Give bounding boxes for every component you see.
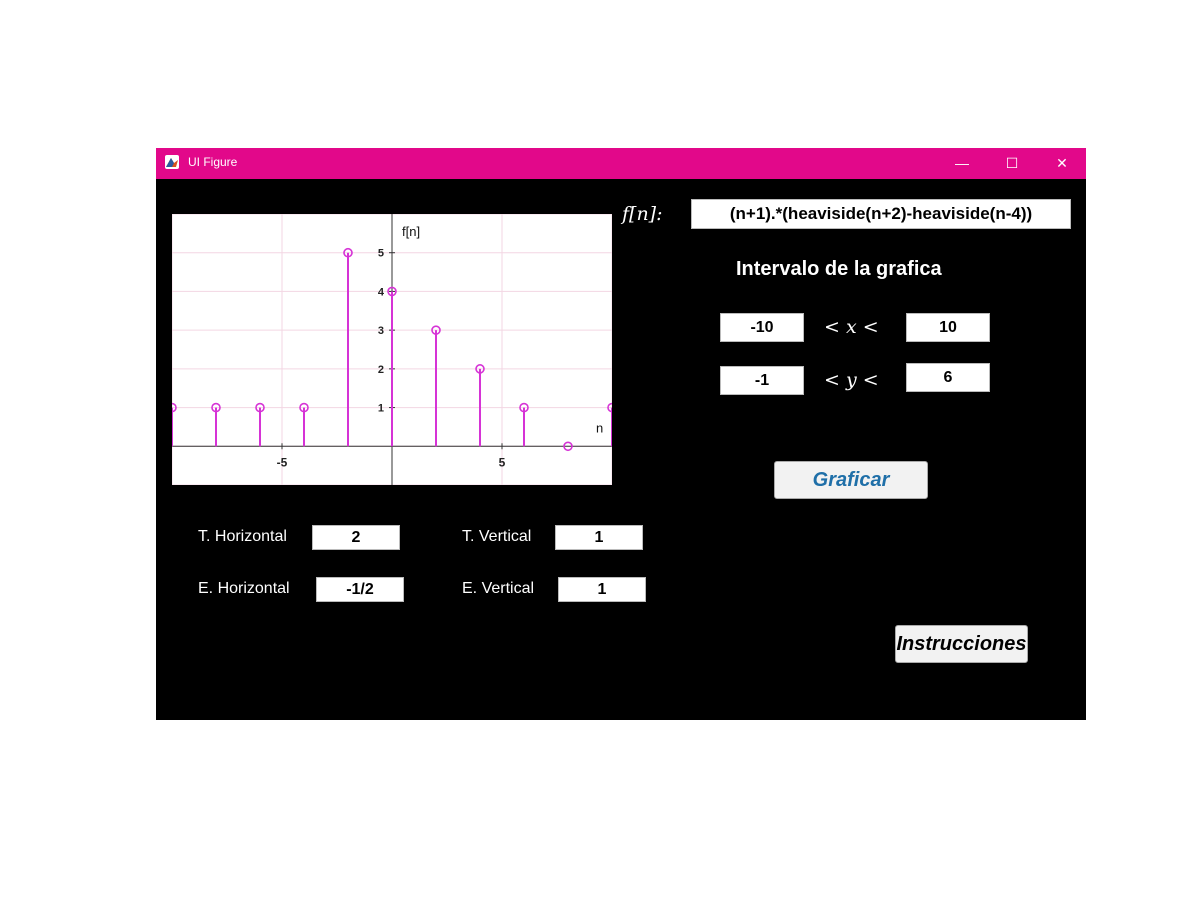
title-bar: UI Figure — ☐ ✕: [156, 148, 1086, 179]
e-vertical-input[interactable]: 1: [558, 577, 646, 602]
matlab-app-icon: [165, 155, 179, 169]
x-axis-label: n: [596, 420, 603, 435]
window-title: UI Figure: [188, 155, 238, 169]
e-horizontal-input[interactable]: -1/2: [316, 577, 404, 602]
y-interval-label: < y <: [824, 369, 879, 391]
y-max-input[interactable]: 6: [906, 363, 990, 392]
x-max-input[interactable]: 10: [906, 313, 990, 342]
t-horizontal-label: T. Horizontal: [198, 528, 287, 545]
close-icon[interactable]: ✕: [1047, 152, 1077, 174]
e-horizontal-label: E. Horizontal: [198, 580, 290, 597]
stem-chart: -5 5 1 2 3 4 5 f[n] n: [167, 213, 617, 486]
y-tick-label: 5: [378, 248, 384, 260]
minimize-icon[interactable]: —: [947, 152, 977, 174]
app-window: UI Figure — ☐ ✕ -5 5 1 2 3 4 5 f[n] n f[n]: (n+1…: [156, 148, 1086, 720]
y-axis-label: f[n]: [402, 224, 420, 239]
graficar-button[interactable]: Graficar: [774, 461, 928, 499]
function-label: f[n]:: [622, 203, 663, 225]
x-tick-label: 5: [499, 455, 506, 469]
y-tick-label: 2: [378, 364, 384, 376]
y-tick-label: 4: [378, 286, 385, 298]
t-vertical-input[interactable]: 1: [555, 525, 643, 550]
x-min-input[interactable]: -10: [720, 313, 804, 342]
t-horizontal-input[interactable]: 2: [312, 525, 400, 550]
interval-title: Intervalo de la grafica: [736, 258, 942, 280]
y-min-input[interactable]: -1: [720, 366, 804, 395]
function-input[interactable]: (n+1).*(heaviside(n+2)-heaviside(n-4)): [691, 199, 1071, 229]
x-interval-label: < x <: [824, 316, 879, 338]
maximize-icon[interactable]: ☐: [997, 152, 1027, 174]
y-tick-label: 1: [378, 403, 384, 415]
x-tick-label: -5: [277, 455, 288, 469]
t-vertical-label: T. Vertical: [462, 528, 532, 545]
e-vertical-label: E. Vertical: [462, 580, 535, 597]
plot-axes[interactable]: -5 5 1 2 3 4 5 f[n] n: [167, 213, 617, 486]
y-tick-label: 3: [378, 325, 384, 337]
instrucciones-button[interactable]: Instrucciones: [895, 625, 1028, 663]
